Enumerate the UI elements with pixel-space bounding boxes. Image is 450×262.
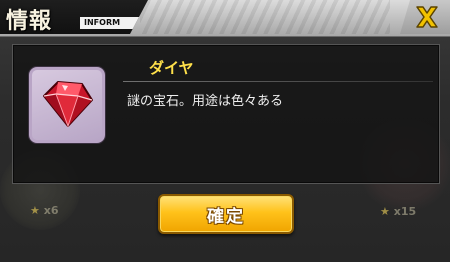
background-count-left: ★ x6	[30, 204, 58, 217]
background-count-right-label: x15	[393, 205, 417, 218]
star-icon: ★	[380, 205, 390, 218]
background-count-right: ★ x15	[380, 205, 416, 218]
item-info-panel: ダイヤ 謎の宝石。用途は色々ある	[12, 44, 440, 184]
red-gem-icon	[43, 81, 93, 128]
divider	[123, 81, 433, 82]
item-description: 謎の宝石。用途は色々ある	[127, 94, 284, 109]
close-x-icon	[416, 6, 438, 28]
info-dialog: ★ x6 ★ x15 情報 INFORM ダイヤ 謎の宝石。用途は色々ある 確定	[0, 0, 450, 262]
close-button[interactable]	[400, 0, 450, 34]
item-icon-frame	[29, 67, 105, 143]
star-icon: ★	[30, 204, 40, 217]
item-name: ダイヤ	[149, 59, 194, 77]
dialog-title: 情報	[6, 9, 53, 34]
dialog-subtitle: INFORM	[80, 17, 144, 29]
background-count-left-label: x6	[43, 204, 59, 217]
dialog-header: 情報 INFORM	[0, 0, 450, 37]
header-stripes	[140, 0, 390, 34]
confirm-button-label: 確定	[207, 207, 245, 227]
header-tab: 情報 INFORM	[0, 0, 148, 34]
confirm-button[interactable]: 確定	[158, 194, 294, 234]
